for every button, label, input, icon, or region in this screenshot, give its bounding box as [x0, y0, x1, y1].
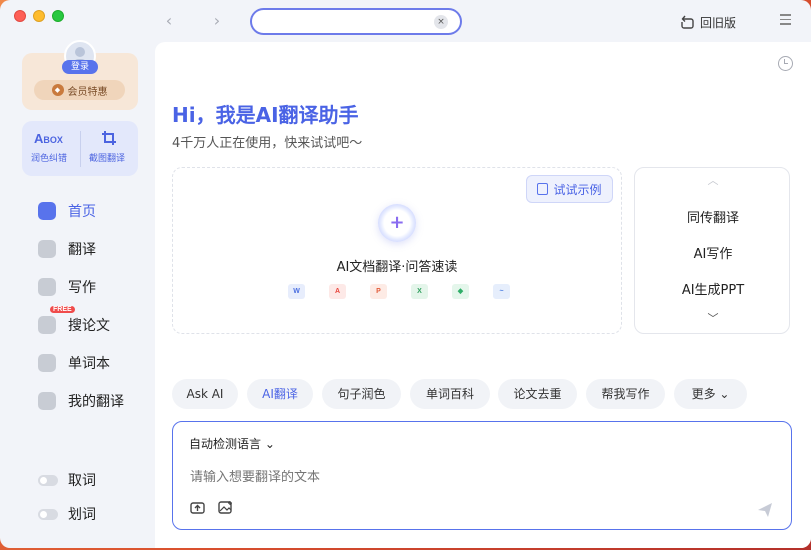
chip-help-me-write[interactable]: 帮我写作	[586, 379, 665, 409]
login-button[interactable]: 登录	[62, 60, 98, 74]
image-icon: ~	[493, 284, 510, 299]
sidebar-item-label: 单词本	[68, 356, 110, 372]
image-upload-icon[interactable]	[218, 500, 233, 514]
sidebar-item-home[interactable]: 首页	[38, 200, 138, 222]
pen-icon	[38, 278, 56, 296]
selection-translate-toggle[interactable]	[38, 508, 58, 520]
wordbook-icon	[38, 354, 56, 372]
search-box: ×	[250, 8, 462, 35]
crop-icon[interactable]	[101, 130, 117, 146]
sidebar-item-wordbook[interactable]: 单词本	[38, 352, 138, 374]
sidebar-item-translate[interactable]: 翻译	[38, 238, 138, 260]
feature-ai-ppt[interactable]: AI生成PPT	[635, 279, 791, 298]
pdf-icon: A	[329, 284, 346, 299]
filetype-icons: W A P X ◆ ~	[288, 284, 510, 299]
send-icon[interactable]	[757, 502, 773, 518]
ppt-icon: P	[370, 284, 387, 299]
example-doc-icon	[537, 183, 549, 195]
back-arrow-icon[interactable]: ‹	[161, 12, 177, 30]
chevron-up-icon[interactable]: ︿	[635, 172, 791, 188]
chip-more[interactable]: 更多 ⌄	[674, 379, 747, 409]
minimize-window-button[interactable]	[33, 10, 45, 22]
polish-tool-label[interactable]: 润色纠错	[31, 151, 67, 164]
sidebar-item-label: 搜论文	[68, 318, 110, 334]
sidebar-item-papers[interactable]: FREE 搜论文	[38, 306, 138, 336]
page-subtitle: 4千万人正在使用，快来试试吧～	[172, 136, 363, 151]
translation-text-input[interactable]	[190, 470, 610, 485]
close-window-button[interactable]	[14, 10, 26, 22]
sidebar-item-my-translations[interactable]: 我的翻译	[38, 390, 138, 412]
sidebar-item-label: 翻译	[68, 242, 96, 258]
sidebar-item-label: 我的翻译	[68, 394, 124, 410]
upload-file-icon[interactable]	[190, 500, 205, 514]
screenshot-tool-label[interactable]: 截图翻译	[89, 151, 125, 164]
try-example-button[interactable]: 试试示例	[526, 175, 613, 203]
vip-gem-icon: ◆	[51, 84, 64, 96]
graduation-cap-icon	[38, 316, 56, 334]
language-selector[interactable]: 自动检测语言 ⌄	[189, 435, 275, 452]
document-feature-label: AI文档翻译·问答速读	[336, 260, 458, 275]
search-input[interactable]	[262, 10, 437, 33]
clear-search-icon[interactable]: ×	[434, 15, 448, 29]
refresh-icon	[681, 15, 694, 29]
history-icon[interactable]	[778, 56, 793, 71]
vip-offer-button[interactable]: ◆ 会员特惠	[34, 80, 125, 100]
old-version-label: 回旧版	[700, 15, 737, 30]
old-version-button[interactable]: 回旧版	[680, 13, 736, 31]
chip-ai-translate[interactable]: AI翻译	[247, 379, 313, 409]
free-badge: FREE	[50, 306, 75, 313]
word-icon: W	[288, 284, 305, 299]
chip-word-encyclopedia[interactable]: 单词百科	[410, 379, 490, 409]
chip-paper-dedup[interactable]: 论文去重	[498, 379, 577, 409]
word-pick-toggle-row: 取词	[38, 470, 96, 490]
feature-simultaneous-translation[interactable]: 同传翻译	[635, 207, 791, 226]
translate-icon	[38, 240, 56, 258]
chevron-down-icon[interactable]: ﹀	[635, 310, 791, 326]
excel-icon: X	[411, 284, 428, 299]
vip-offer-label: 会员特惠	[67, 86, 108, 98]
tools-divider	[80, 131, 81, 167]
chip-sentence-polish[interactable]: 句子润色	[322, 379, 401, 409]
feature-ai-writing[interactable]: AI写作	[635, 243, 791, 262]
add-document-icon[interactable]: +	[378, 204, 416, 242]
hamburger-menu-icon[interactable]	[780, 14, 791, 26]
forward-arrow-icon[interactable]: ›	[209, 12, 225, 30]
document-icon	[38, 392, 56, 410]
chip-ask-ai[interactable]: Ask AI	[172, 379, 238, 409]
abox-logo[interactable]: ABOX	[34, 131, 63, 146]
selection-translate-toggle-row: 划词	[38, 504, 96, 524]
quick-feature-card: ︿ 同传翻译 AI写作 AI生成PPT ﹀	[634, 167, 790, 334]
try-example-label: 试试示例	[553, 182, 602, 197]
tools-card: ABOX 润色纠错 截图翻译	[22, 121, 138, 176]
selection-translate-label: 划词	[68, 507, 96, 523]
page-title: Hi，我是AI翻译助手	[172, 103, 359, 127]
sidebar-item-label: 首页	[68, 204, 96, 220]
sidebar-item-writing[interactable]: 写作	[38, 276, 138, 298]
word-pick-label: 取词	[68, 473, 96, 489]
word-pick-toggle[interactable]	[38, 474, 58, 486]
sidebar-item-label: 写作	[68, 280, 96, 296]
home-icon	[38, 202, 56, 220]
epub-icon: ◆	[452, 284, 469, 299]
zoom-window-button[interactable]	[52, 10, 64, 22]
app-window: ‹ › × 回旧版 登录 ◆ 会员特惠 ABOX 润色纠错 截图翻译 首页 翻译…	[0, 0, 811, 548]
